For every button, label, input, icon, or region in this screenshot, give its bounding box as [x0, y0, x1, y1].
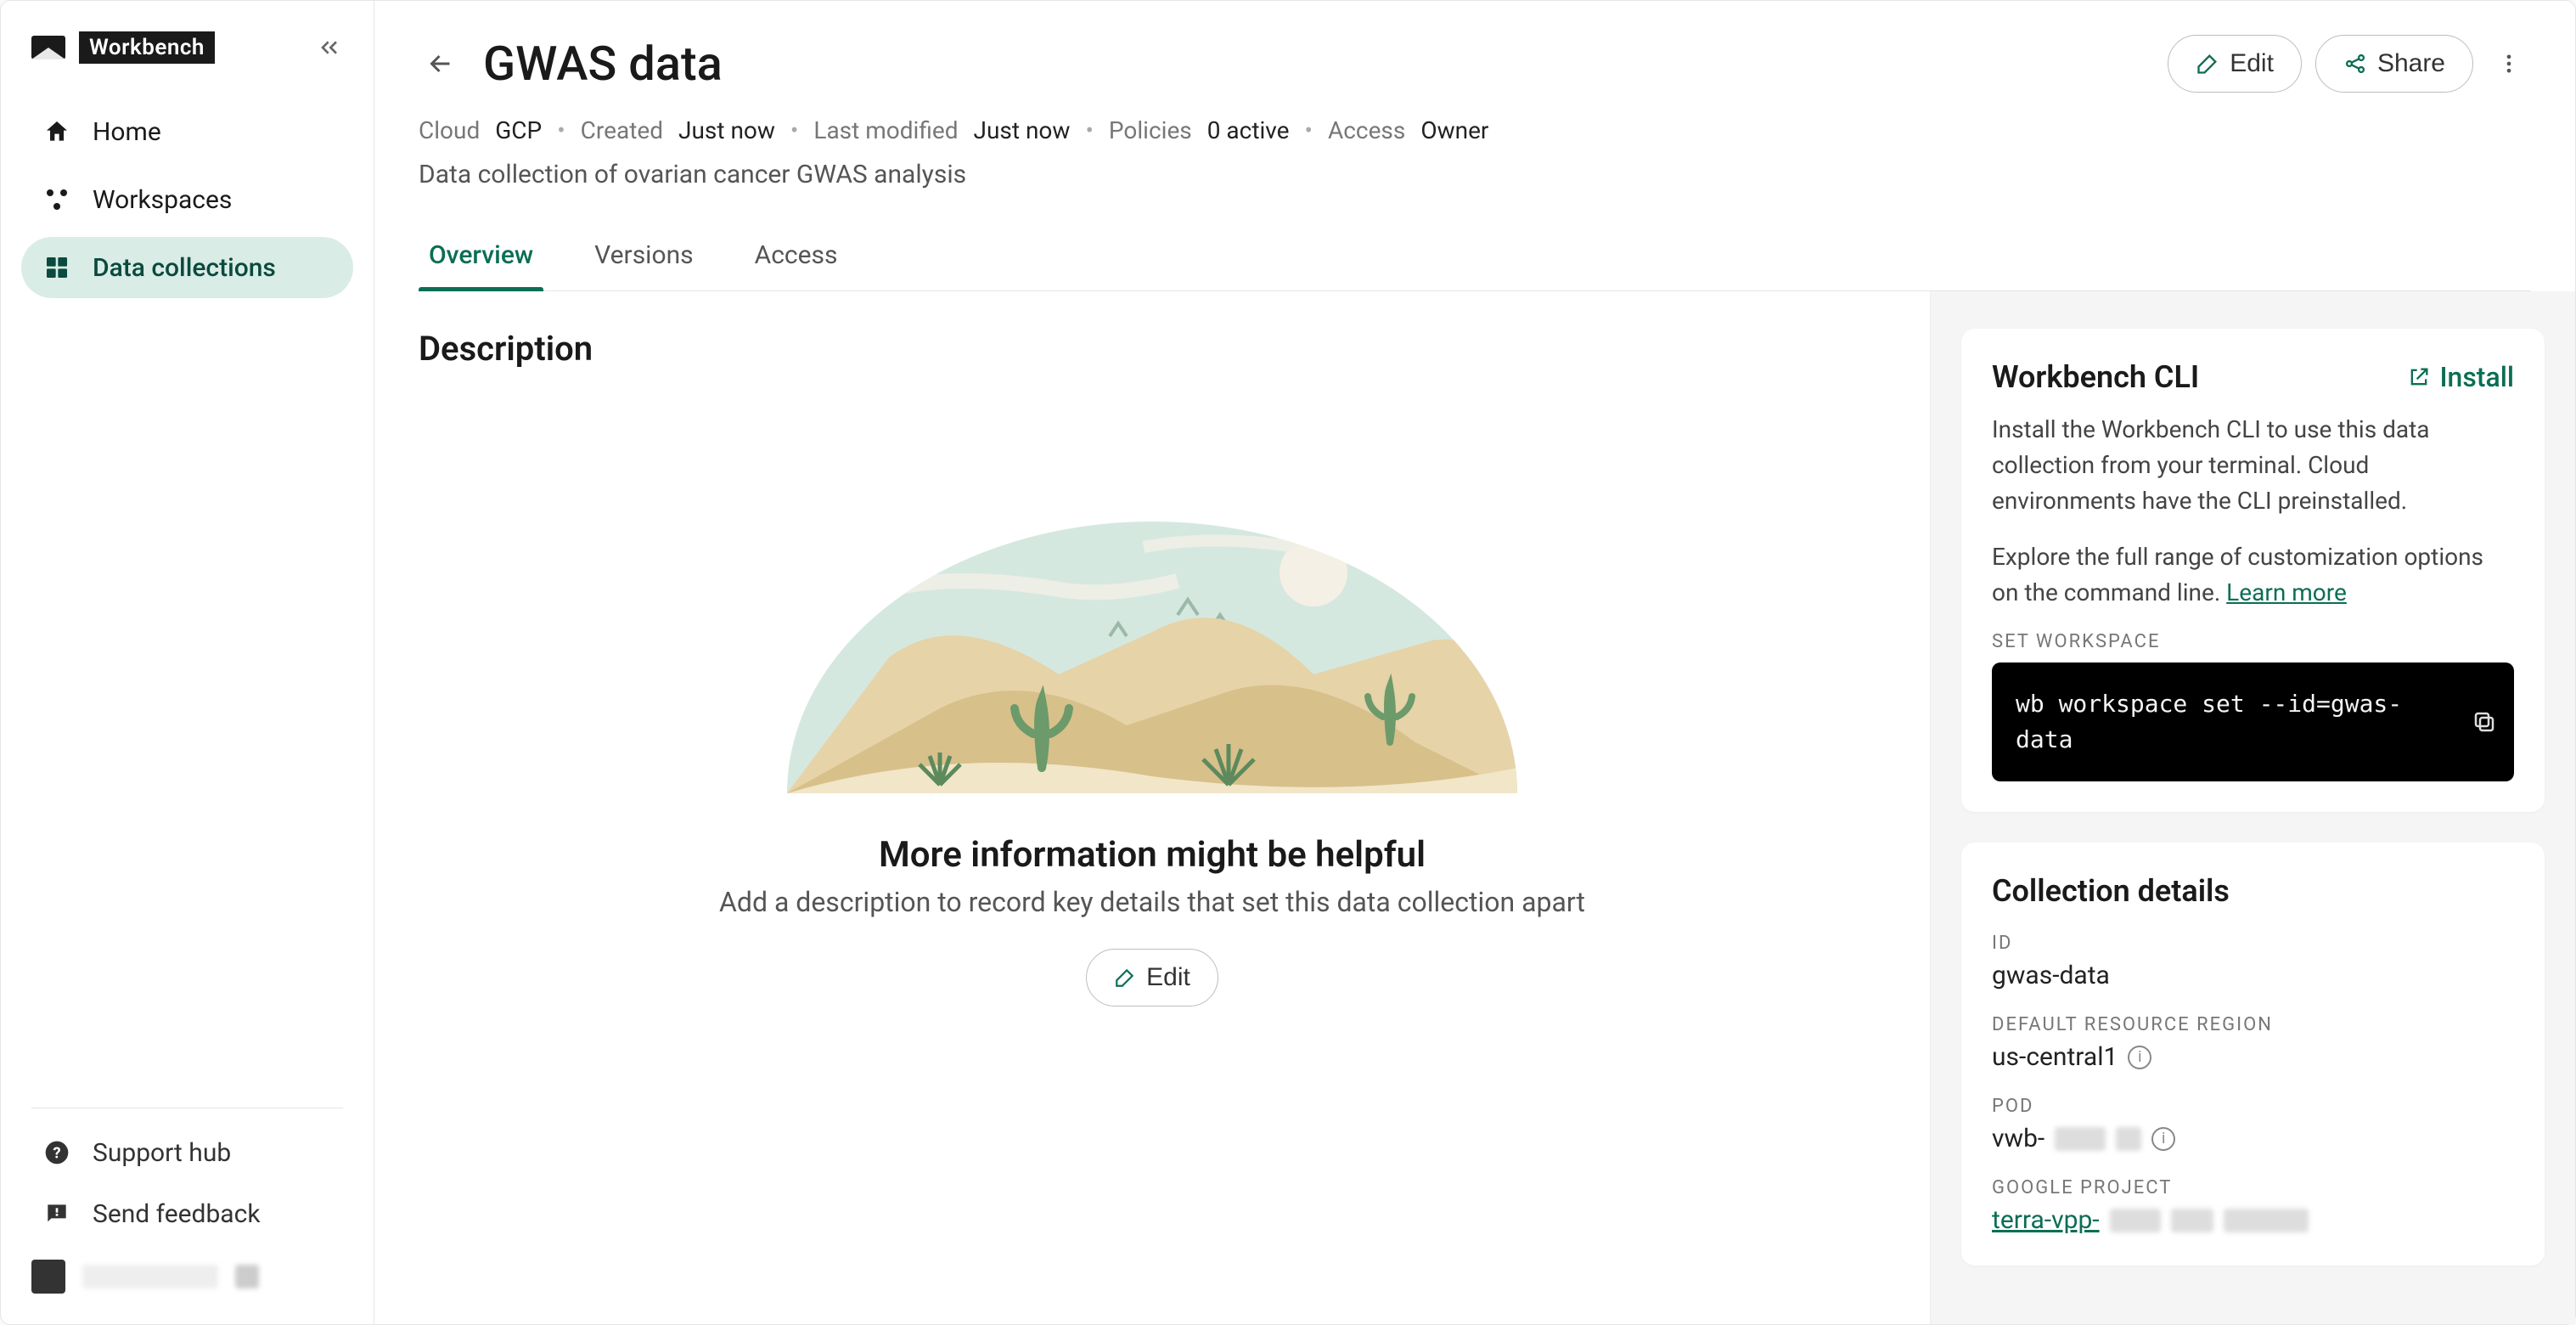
sidebar-header: Workbench: [21, 31, 353, 91]
cmd-block: wb workspace set --id=gwas-data: [1992, 662, 2514, 781]
pencil-icon: [1114, 967, 1136, 989]
brand-name: Workbench: [79, 31, 215, 64]
subtitle: Data collection of ovarian cancer GWAS a…: [419, 160, 2531, 189]
logo-icon: [31, 36, 65, 59]
install-link[interactable]: Install: [2407, 361, 2514, 393]
header: GWAS data Edit Share Cloud: [374, 1, 2575, 291]
access-value: Owner: [1420, 116, 1488, 144]
gproj-link[interactable]: terra-vpp-: [1992, 1205, 2100, 1235]
description-heading: Description: [419, 329, 1886, 369]
tab-label: Access: [755, 240, 838, 270]
edit-label: Edit: [1146, 963, 1190, 992]
data-collections-icon: [42, 252, 72, 283]
cloud-value: GCP: [495, 116, 542, 144]
sidebar: Workbench Home Workspaces: [1, 1, 374, 1324]
modified-value: Just now: [974, 116, 1071, 144]
region-label: Default Resource Region: [1992, 1014, 2514, 1035]
svg-text:?: ?: [53, 1144, 60, 1163]
desert-illustration: [787, 437, 1517, 793]
pencil-icon: [2196, 52, 2219, 76]
modified-label: Last modified: [813, 116, 958, 144]
tab-overview[interactable]: Overview: [419, 223, 543, 290]
pod-label: Pod: [1992, 1096, 2514, 1117]
region-value: us-central1 i: [1992, 1042, 2514, 1072]
redacted-segment: [2110, 1209, 2161, 1232]
cli-card: Workbench CLI Install Install the Workbe…: [1961, 329, 2545, 812]
copy-button[interactable]: [2472, 709, 2497, 735]
meta-row: Cloud GCP • Created Just now • Last modi…: [419, 116, 2531, 144]
support-hub-button[interactable]: ? Support hub: [21, 1122, 353, 1183]
info-icon[interactable]: i: [2128, 1046, 2151, 1069]
redacted-segment: [2171, 1209, 2213, 1232]
sidebar-item-label: Workspaces: [93, 185, 232, 215]
region-text: us-central1: [1992, 1042, 2118, 1072]
user-badge-redacted: [235, 1265, 259, 1288]
redacted-segment: [2116, 1127, 2141, 1151]
support-hub-label: Support hub: [93, 1138, 231, 1168]
empty-title: More information might be helpful: [879, 834, 1426, 876]
empty-subtitle: Add a description to record key details …: [719, 886, 1585, 918]
sidebar-item-workspaces[interactable]: Workspaces: [21, 169, 353, 230]
send-feedback-label: Send feedback: [93, 1199, 261, 1229]
share-label: Share: [2377, 49, 2445, 78]
cli-heading: Workbench CLI: [1992, 359, 2199, 395]
tab-label: Overview: [429, 240, 533, 270]
sidebar-item-label: Data collections: [93, 253, 276, 283]
avatar: [31, 1260, 65, 1294]
feedback-icon: [42, 1198, 72, 1229]
page-title: GWAS data: [483, 36, 723, 92]
edit-button[interactable]: Edit: [2168, 35, 2302, 93]
cmd-label: Set Workspace: [1992, 631, 2514, 652]
id-label: ID: [1992, 933, 2514, 954]
id-value: gwas-data: [1992, 961, 2514, 990]
tab-label: Versions: [594, 240, 693, 270]
policies-value: 0 active: [1207, 116, 1290, 144]
workspaces-icon: [42, 184, 72, 215]
sidebar-nav: Home Workspaces Data collections: [21, 101, 353, 298]
share-button[interactable]: Share: [2315, 35, 2473, 93]
more-menu-button[interactable]: [2487, 42, 2531, 86]
access-label: Access: [1328, 116, 1405, 144]
created-value: Just now: [678, 116, 775, 144]
info-icon[interactable]: i: [2151, 1127, 2175, 1151]
cli-paragraph-1: Install the Workbench CLI to use this da…: [1992, 412, 2514, 519]
created-label: Created: [581, 116, 663, 144]
policies-label: Policies: [1109, 116, 1192, 144]
sidebar-item-data-collections[interactable]: Data collections: [21, 237, 353, 298]
learn-more-link[interactable]: Learn more: [2226, 578, 2347, 606]
tab-versions[interactable]: Versions: [584, 223, 703, 290]
open-external-icon: [2407, 365, 2431, 389]
redacted-segment: [2224, 1209, 2309, 1232]
cmd-text: wb workspace set --id=gwas-data: [2016, 690, 2402, 753]
home-icon: [42, 116, 72, 147]
user-row[interactable]: [21, 1244, 353, 1294]
main: GWAS data Edit Share Cloud: [374, 1, 2575, 1324]
tab-access[interactable]: Access: [745, 223, 848, 290]
edit-label: Edit: [2230, 49, 2274, 78]
send-feedback-button[interactable]: Send feedback: [21, 1183, 353, 1244]
collapse-sidebar-button[interactable]: [316, 34, 343, 61]
right-rail: Workbench CLI Install Install the Workbe…: [1930, 291, 2575, 1324]
tabs: Overview Versions Access: [419, 223, 2531, 291]
back-button[interactable]: [419, 42, 463, 86]
pod-prefix: vwb-: [1992, 1124, 2044, 1153]
sidebar-item-label: Home: [93, 117, 161, 147]
sidebar-item-home[interactable]: Home: [21, 101, 353, 162]
share-icon: [2343, 52, 2367, 76]
cli-paragraph-2: Explore the full range of customization …: [1992, 539, 2514, 611]
details-heading: Collection details: [1992, 873, 2514, 909]
cloud-label: Cloud: [419, 116, 480, 144]
gproj-label: Google Project: [1992, 1177, 2514, 1198]
pod-value: vwb- i: [1992, 1124, 2514, 1153]
install-label: Install: [2439, 361, 2514, 393]
help-icon: ?: [42, 1137, 72, 1168]
redacted-segment: [2055, 1127, 2106, 1151]
empty-state: More information might be helpful Add a …: [419, 437, 1886, 1006]
details-card: Collection details ID gwas-data Default …: [1961, 843, 2545, 1266]
content-main: Description: [374, 291, 1930, 1324]
user-name-redacted: [82, 1265, 218, 1288]
empty-edit-button[interactable]: Edit: [1086, 949, 1218, 1006]
gproj-value: terra-vpp-: [1992, 1205, 2514, 1235]
